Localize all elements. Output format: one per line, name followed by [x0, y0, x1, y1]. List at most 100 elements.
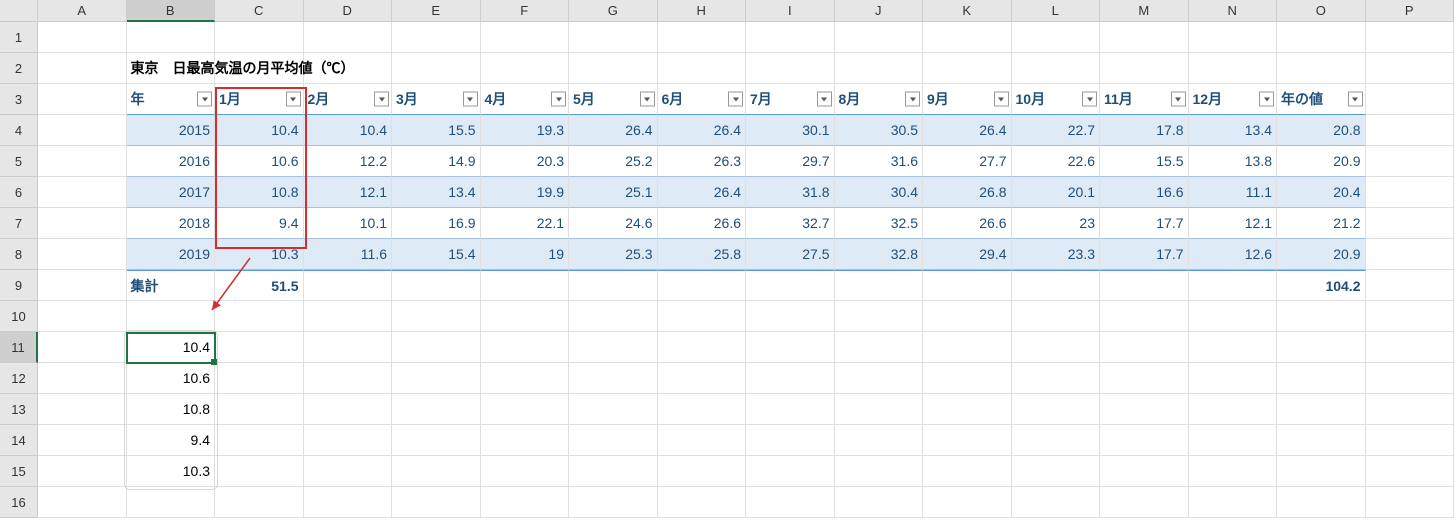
data-cell[interactable]: 26.4 [658, 177, 747, 208]
cell-O15[interactable] [1277, 456, 1366, 487]
cell-O14[interactable] [1277, 425, 1366, 456]
cell-D12[interactable] [304, 363, 393, 394]
data-cell[interactable]: 26.4 [658, 115, 747, 146]
data-cell[interactable]: 19.9 [481, 177, 570, 208]
cell-A4[interactable] [38, 115, 127, 146]
table-header-3月[interactable]: 3月 [392, 84, 481, 115]
col-header-J[interactable]: J [835, 0, 924, 22]
col-header-H[interactable]: H [658, 0, 747, 22]
copied-value[interactable]: 10.4 [127, 332, 216, 363]
data-cell[interactable]: 10.1 [304, 208, 393, 239]
cell-K2[interactable] [923, 53, 1012, 84]
cell-A5[interactable] [38, 146, 127, 177]
data-cell[interactable]: 12.6 [1189, 239, 1278, 270]
row-header-7[interactable]: 7 [0, 208, 38, 239]
cell-N1[interactable] [1189, 22, 1278, 53]
cell-F11[interactable] [481, 332, 570, 363]
data-cell[interactable]: 27.5 [746, 239, 835, 270]
cell-J14[interactable] [835, 425, 924, 456]
col-header-C[interactable]: C [215, 0, 304, 22]
cell-B10[interactable] [127, 301, 216, 332]
row-header-10[interactable]: 10 [0, 301, 38, 332]
col-header-D[interactable]: D [304, 0, 393, 22]
data-cell[interactable]: 25.1 [569, 177, 658, 208]
cell-H14[interactable] [658, 425, 747, 456]
data-cell[interactable]: 17.8 [1100, 115, 1189, 146]
total-empty[interactable] [1012, 270, 1101, 301]
cell-A11[interactable] [38, 332, 127, 363]
filter-dropdown-icon[interactable] [1082, 92, 1097, 107]
cell-E15[interactable] [392, 456, 481, 487]
data-cell[interactable]: 11.6 [304, 239, 393, 270]
data-cell[interactable]: 30.5 [835, 115, 924, 146]
data-cell[interactable]: 29.4 [923, 239, 1012, 270]
cell-G10[interactable] [569, 301, 658, 332]
cell-H11[interactable] [658, 332, 747, 363]
col-header-L[interactable]: L [1012, 0, 1101, 22]
cell-J1[interactable] [835, 22, 924, 53]
row-header-15[interactable]: 15 [0, 456, 38, 487]
cell-A10[interactable] [38, 301, 127, 332]
cell-G2[interactable] [569, 53, 658, 84]
cell-L16[interactable] [1012, 487, 1101, 518]
cell-L1[interactable] [1012, 22, 1101, 53]
data-cell[interactable]: 20.9 [1277, 239, 1366, 270]
filter-dropdown-icon[interactable] [905, 92, 920, 107]
copied-value[interactable]: 10.3 [127, 456, 216, 487]
cell-G11[interactable] [569, 332, 658, 363]
cell-K15[interactable] [923, 456, 1012, 487]
cell-L15[interactable] [1012, 456, 1101, 487]
cell-O10[interactable] [1277, 301, 1366, 332]
table-header-5月[interactable]: 5月 [569, 84, 658, 115]
cell-K14[interactable] [923, 425, 1012, 456]
cell-M11[interactable] [1100, 332, 1189, 363]
data-cell[interactable]: 26.6 [923, 208, 1012, 239]
data-cell[interactable]: 26.8 [923, 177, 1012, 208]
cell-I13[interactable] [746, 394, 835, 425]
cell-D1[interactable] [304, 22, 393, 53]
cell-J11[interactable] [835, 332, 924, 363]
cell-A15[interactable] [38, 456, 127, 487]
copied-value[interactable]: 10.8 [127, 394, 216, 425]
data-cell[interactable]: 26.6 [658, 208, 747, 239]
total-empty[interactable] [658, 270, 747, 301]
total-empty[interactable] [835, 270, 924, 301]
col-header-O[interactable]: O [1277, 0, 1366, 22]
cell-P7[interactable] [1366, 208, 1455, 239]
cell-I15[interactable] [746, 456, 835, 487]
cell-G14[interactable] [569, 425, 658, 456]
cell-E1[interactable] [392, 22, 481, 53]
data-cell[interactable]: 21.2 [1277, 208, 1366, 239]
cell-K16[interactable] [923, 487, 1012, 518]
data-cell[interactable]: 30.4 [835, 177, 924, 208]
col-header-M[interactable]: M [1100, 0, 1189, 22]
cell-E10[interactable] [392, 301, 481, 332]
col-header-F[interactable]: F [481, 0, 570, 22]
row-header-16[interactable]: 16 [0, 487, 38, 518]
cell-I16[interactable] [746, 487, 835, 518]
table-header-12月[interactable]: 12月 [1189, 84, 1278, 115]
table-header-8月[interactable]: 8月 [835, 84, 924, 115]
table-header-11月[interactable]: 11月 [1100, 84, 1189, 115]
col-header-P[interactable]: P [1366, 0, 1455, 22]
cell-O1[interactable] [1277, 22, 1366, 53]
cell-J12[interactable] [835, 363, 924, 394]
cell-J10[interactable] [835, 301, 924, 332]
data-year[interactable]: 2018 [127, 208, 216, 239]
data-year[interactable]: 2019 [127, 239, 216, 270]
cell-A1[interactable] [38, 22, 127, 53]
cell-H12[interactable] [658, 363, 747, 394]
row-header-8[interactable]: 8 [0, 239, 38, 270]
cell-A7[interactable] [38, 208, 127, 239]
data-cell[interactable]: 15.4 [392, 239, 481, 270]
table-header-10月[interactable]: 10月 [1012, 84, 1101, 115]
total-label[interactable]: 集計 [127, 270, 216, 301]
copied-value[interactable]: 9.4 [127, 425, 216, 456]
data-cell[interactable]: 12.2 [304, 146, 393, 177]
col-header-A[interactable]: A [38, 0, 127, 22]
cell-A8[interactable] [38, 239, 127, 270]
cell-P14[interactable] [1366, 425, 1455, 456]
cell-G16[interactable] [569, 487, 658, 518]
data-cell[interactable]: 16.6 [1100, 177, 1189, 208]
row-header-3[interactable]: 3 [0, 84, 38, 115]
